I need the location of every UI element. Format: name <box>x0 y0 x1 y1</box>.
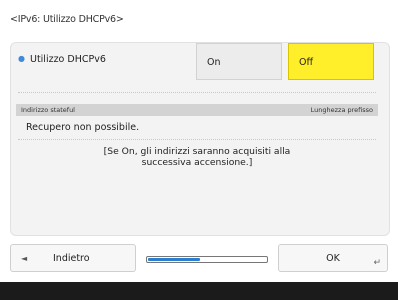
off-option-button[interactable]: Off <box>288 43 374 80</box>
enter-icon: ↵ <box>373 258 381 268</box>
on-option-label: On <box>207 57 221 68</box>
bottom-bar: ◄ Indietro OK ↵ <box>10 240 388 278</box>
setting-label: ● Utilizzo DHCPv6 <box>18 52 106 68</box>
left-arrow-icon: ◄ <box>21 254 28 263</box>
screen-title: <IPv6: Utilizzo DHCPv6> <box>10 14 124 25</box>
divider <box>18 92 376 93</box>
status-strip <box>0 282 398 300</box>
progress-fill <box>148 258 200 261</box>
info-note: [Se On, gli indirizzi saranno acquisiti … <box>16 146 378 168</box>
stateful-address-header: Indirizzo stateful <box>21 106 75 114</box>
back-button[interactable]: ◄ Indietro <box>10 244 136 272</box>
setting-label-text: Utilizzo DHCPv6 <box>29 54 106 65</box>
note-line-1: [Se On, gli indirizzi saranno acquisiti … <box>103 146 291 157</box>
back-button-label: Indietro <box>53 253 90 264</box>
ok-button[interactable]: OK ↵ <box>278 244 388 272</box>
ok-button-label: OK <box>326 253 340 264</box>
prefix-length-header: Lunghezza prefisso <box>310 106 373 114</box>
progress-bar <box>146 256 268 263</box>
note-line-2: successiva accensione.] <box>141 157 253 168</box>
on-option-button[interactable]: On <box>196 43 282 80</box>
status-text: Recupero non possibile. <box>26 122 140 133</box>
bullet-icon: ● <box>18 54 25 63</box>
divider <box>18 139 376 140</box>
off-option-label: Off <box>299 57 314 68</box>
table-header: Indirizzo stateful Lunghezza prefisso <box>16 104 378 116</box>
